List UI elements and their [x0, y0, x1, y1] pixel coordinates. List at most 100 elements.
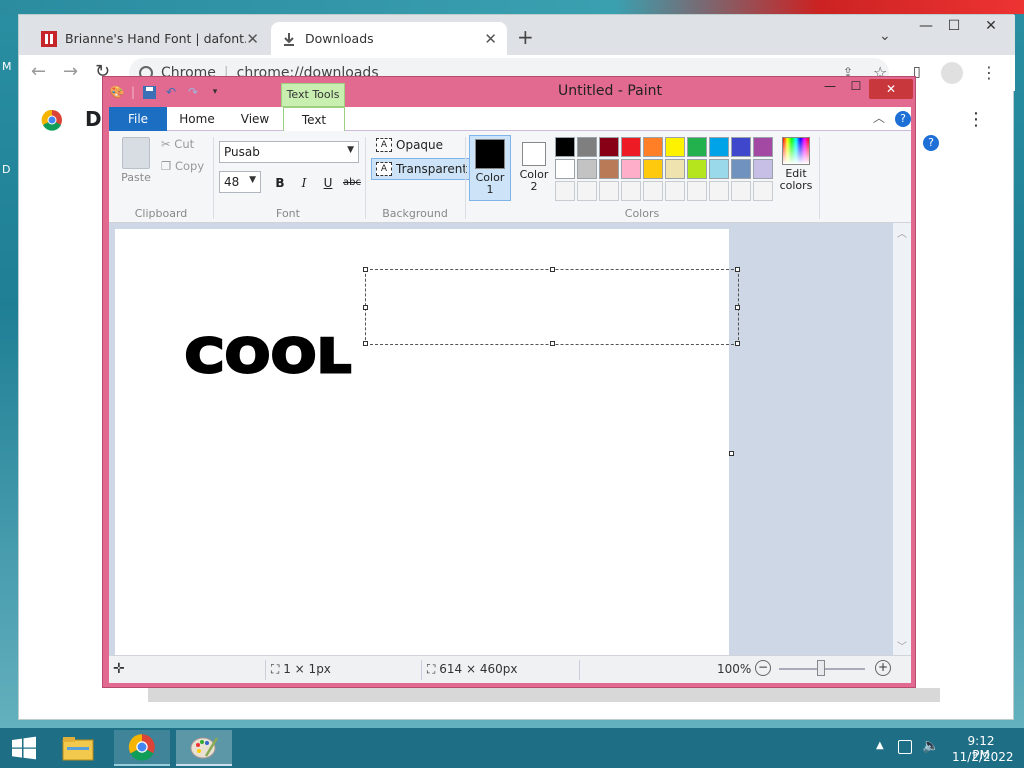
- drawing-canvas[interactable]: COOL: [115, 229, 740, 657]
- paint-app-icon[interactable]: 🎨: [109, 84, 125, 100]
- color-swatch[interactable]: [599, 181, 619, 201]
- tab-home[interactable]: Home: [169, 107, 225, 131]
- color-swatch[interactable]: [731, 181, 751, 201]
- scroll-down-icon[interactable]: ﹀: [893, 638, 911, 653]
- color-swatch[interactable]: [643, 137, 663, 157]
- tab-view[interactable]: View: [227, 107, 283, 131]
- new-tab-button[interactable]: +: [517, 25, 534, 49]
- file-explorer-taskbar-icon[interactable]: [50, 730, 106, 766]
- color-swatch[interactable]: [643, 181, 663, 201]
- tab-text[interactable]: Text: [283, 107, 345, 132]
- canvas-resize-handle[interactable]: [729, 451, 734, 456]
- color-swatch[interactable]: [555, 181, 575, 201]
- color-swatch[interactable]: [621, 137, 641, 157]
- color-swatch[interactable]: [621, 181, 641, 201]
- color-swatch[interactable]: [731, 159, 751, 179]
- color-swatch[interactable]: [665, 137, 685, 157]
- resize-handle[interactable]: [735, 267, 740, 272]
- status-divider: [421, 660, 422, 680]
- canvas-workspace[interactable]: COOL ︿ ﹀: [109, 223, 911, 657]
- network-icon[interactable]: [898, 740, 912, 754]
- color-swatch[interactable]: [577, 137, 597, 157]
- color-swatch[interactable]: [753, 181, 773, 201]
- edit-colors-button[interactable]: Edit colors: [777, 135, 815, 201]
- scroll-up-icon[interactable]: ︿: [893, 225, 911, 240]
- color-swatch[interactable]: [709, 137, 729, 157]
- chrome-menu-icon[interactable]: ⋮: [981, 63, 997, 82]
- customize-toolbar-icon[interactable]: ▾: [207, 84, 223, 100]
- color-swatch[interactable]: [687, 159, 707, 179]
- font-size-select[interactable]: 48 ▼: [219, 171, 261, 193]
- tab-file[interactable]: File: [109, 107, 167, 131]
- color-swatch[interactable]: [665, 159, 685, 179]
- undo-icon[interactable]: ↶: [163, 84, 179, 100]
- profile-avatar[interactable]: [941, 62, 963, 84]
- color2-button[interactable]: Color 2: [513, 135, 555, 201]
- zoom-slider-thumb[interactable]: [817, 660, 825, 676]
- volume-icon[interactable]: 🔈: [922, 738, 939, 754]
- color-swatch[interactable]: [577, 181, 597, 201]
- tab-dafont[interactable]: Brianne's Hand Font | dafont.com ✕: [31, 22, 269, 55]
- forward-arrow-icon[interactable]: →: [63, 61, 78, 82]
- tab-close-icon[interactable]: ✕: [246, 30, 259, 48]
- bold-button[interactable]: B: [271, 174, 289, 192]
- show-hidden-icons-chevron-icon[interactable]: ▲: [876, 740, 884, 751]
- resize-handle[interactable]: [735, 341, 740, 346]
- help-icon[interactable]: ?: [923, 135, 939, 151]
- color-swatch[interactable]: [687, 181, 707, 201]
- chrome-taskbar-icon[interactable]: [114, 730, 170, 766]
- color-swatch[interactable]: [731, 137, 751, 157]
- color-swatch[interactable]: [643, 159, 663, 179]
- tab-downloads[interactable]: Downloads ✕: [271, 22, 507, 55]
- color-swatch[interactable]: [709, 181, 729, 201]
- help-icon[interactable]: ?: [895, 111, 911, 127]
- color1-button[interactable]: Color 1: [469, 135, 511, 201]
- windows-start-icon[interactable]: [10, 736, 38, 760]
- text-input-box[interactable]: [363, 267, 740, 346]
- paint-taskbar-icon[interactable]: [176, 730, 232, 766]
- opaque-button[interactable]: A Opaque: [373, 135, 446, 155]
- tab-search-chevron-icon[interactable]: ⌄: [879, 28, 891, 44]
- resize-handle[interactable]: [550, 341, 555, 346]
- color-swatch[interactable]: [599, 159, 619, 179]
- resize-handle[interactable]: [363, 305, 368, 310]
- more-options-icon[interactable]: ⋮: [967, 109, 985, 130]
- resize-handle[interactable]: [550, 267, 555, 272]
- save-icon[interactable]: [141, 84, 157, 100]
- resize-handle[interactable]: [363, 267, 368, 272]
- color-swatch[interactable]: [753, 137, 773, 157]
- underline-button[interactable]: U: [319, 174, 337, 192]
- back-arrow-icon[interactable]: ←: [31, 61, 46, 82]
- cut-button[interactable]: ✂ Cut: [161, 137, 194, 151]
- transparent-button[interactable]: A Transparent: [371, 158, 473, 180]
- color-swatch[interactable]: [753, 159, 773, 179]
- clock-date[interactable]: 11/2/2022: [952, 750, 1014, 764]
- copy-button[interactable]: ❐ Copy: [161, 159, 204, 173]
- color-swatch[interactable]: [577, 159, 597, 179]
- color-swatch[interactable]: [621, 159, 641, 179]
- minimize-button[interactable]: —: [911, 15, 941, 39]
- color-swatch[interactable]: [709, 159, 729, 179]
- italic-button[interactable]: I: [295, 174, 313, 192]
- color-swatch[interactable]: [665, 181, 685, 201]
- color-swatch[interactable]: [555, 159, 575, 179]
- maximize-button[interactable]: ☐: [845, 79, 867, 93]
- close-button[interactable]: ✕: [869, 79, 913, 99]
- redo-icon[interactable]: ↷: [185, 84, 201, 100]
- font-family-select[interactable]: Pusab ▼: [219, 141, 359, 163]
- close-button[interactable]: ✕: [971, 15, 1011, 39]
- minimize-button[interactable]: —: [819, 79, 841, 93]
- resize-handle[interactable]: [363, 341, 368, 346]
- maximize-button[interactable]: ☐: [939, 15, 969, 39]
- resize-handle[interactable]: [735, 305, 740, 310]
- color-swatch[interactable]: [599, 137, 619, 157]
- zoom-out-button[interactable]: −: [755, 660, 771, 676]
- strikethrough-button[interactable]: abc: [343, 174, 361, 192]
- vertical-scrollbar[interactable]: ︿ ﹀: [893, 223, 911, 655]
- tab-close-icon[interactable]: ✕: [484, 30, 497, 48]
- color-swatch[interactable]: [555, 137, 575, 157]
- collapse-ribbon-icon[interactable]: ︿: [873, 109, 885, 126]
- zoom-in-button[interactable]: +: [875, 660, 891, 676]
- color-swatch[interactable]: [687, 137, 707, 157]
- paste-button[interactable]: Paste: [117, 135, 155, 187]
